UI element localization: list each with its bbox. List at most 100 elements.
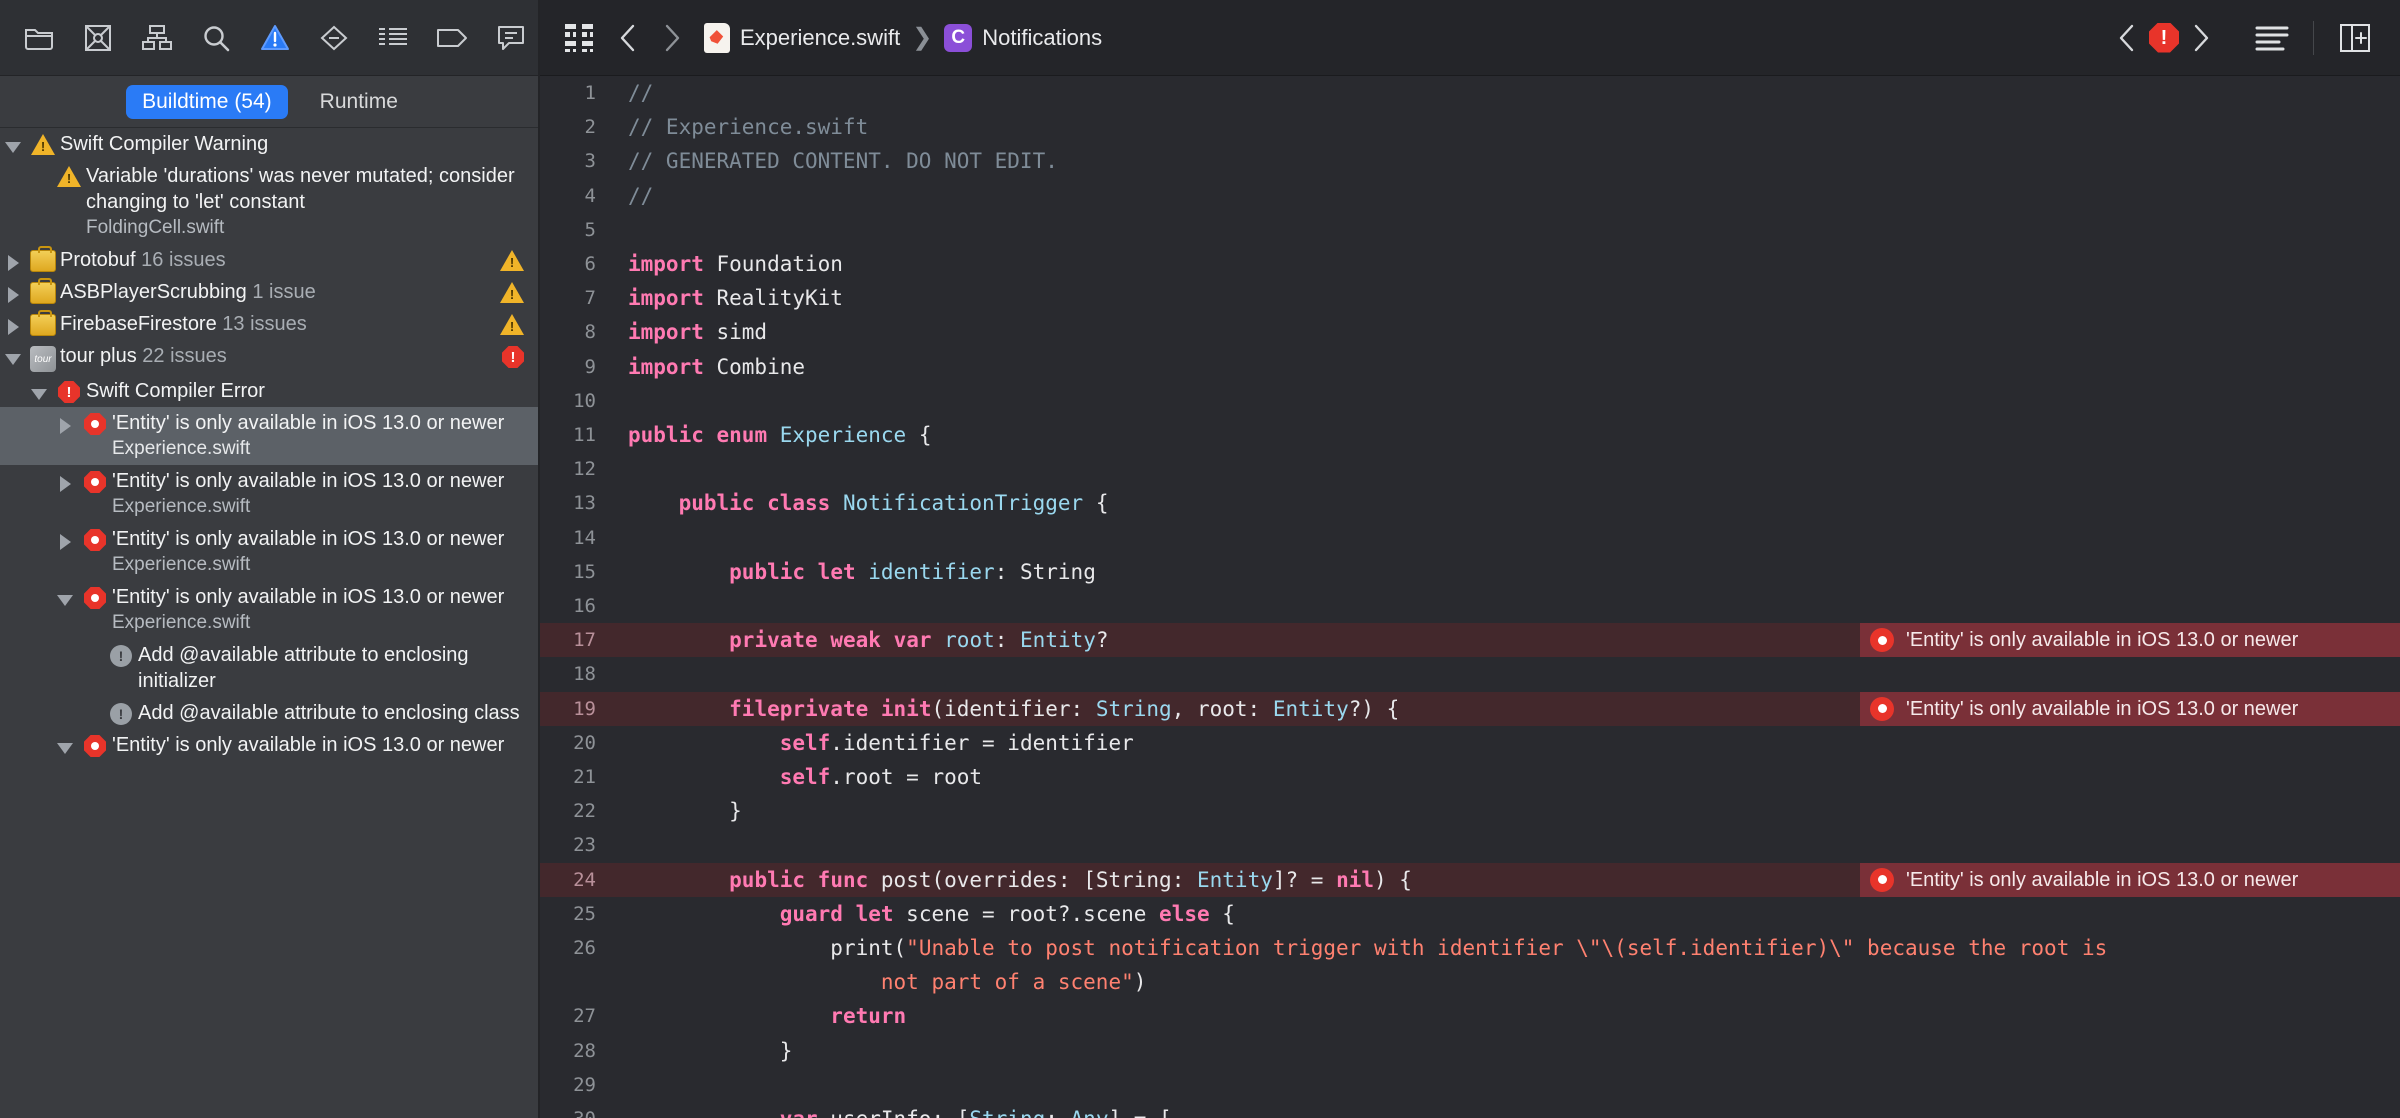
chevron-down-icon[interactable] <box>52 584 78 606</box>
code-text[interactable] <box>612 589 2400 623</box>
issue-row-asbplayerscrubbing-group[interactable]: ASBPlayerScrubbing 1 issue <box>0 276 540 308</box>
issue-row-error-entity-1[interactable]: 'Entity' is only available in iOS 13.0 o… <box>0 407 540 465</box>
fixit-icon: ! <box>104 700 138 725</box>
line-number: 12 <box>573 458 596 481</box>
issue-count: 22 issues <box>136 345 227 367</box>
chevron-down-icon[interactable] <box>52 732 78 754</box>
issue-file: Experience.swift <box>112 554 251 575</box>
issue-row-tour-plus-group[interactable]: tour tour plus 22 issues! <box>0 340 540 375</box>
disclosure-placeholder <box>78 700 104 724</box>
target-briefcase-icon <box>26 310 60 336</box>
chevron-right-icon[interactable] <box>52 468 78 492</box>
code-text[interactable]: guard let scene = root?.scene else { <box>612 897 2400 931</box>
chevron-left-icon[interactable] <box>606 12 650 64</box>
breadcrumb-symbol-label: Notifications <box>982 24 1103 50</box>
chevron-right-icon[interactable] <box>0 311 26 335</box>
next-issue-icon[interactable] <box>2179 12 2223 64</box>
issue-row-swift-compiler-error-group[interactable]: ! Swift Compiler Error <box>0 375 540 407</box>
test-diamond-icon[interactable] <box>304 13 363 63</box>
code-text[interactable] <box>612 521 2400 555</box>
line-number: 28 <box>573 1039 596 1062</box>
chevron-right-icon[interactable] <box>650 12 694 64</box>
tab-buildtime[interactable]: Buildtime (54) <box>126 84 288 119</box>
line-number: 9 <box>584 355 596 378</box>
issue-row-error-entity-4[interactable]: 'Entity' is only available in iOS 13.0 o… <box>0 581 540 639</box>
code-text[interactable] <box>612 452 2400 486</box>
warning-badge-icon <box>500 314 524 335</box>
code-text[interactable]: public enum Experience { <box>612 418 2400 452</box>
folder-icon[interactable] <box>10 13 69 63</box>
code-line: 12 <box>540 452 2400 486</box>
issue-row-fixit-initializer[interactable]: ! Add @available attribute to enclosing i… <box>0 639 540 697</box>
code-text[interactable]: self.root = root <box>612 760 2400 794</box>
issue-count-badge[interactable]: ! <box>2149 22 2179 53</box>
code-text[interactable]: self.identifier = identifier <box>612 726 2400 760</box>
chevron-right-icon[interactable] <box>52 410 78 434</box>
inline-error-banner[interactable]: 'Entity' is only available in iOS 13.0 o… <box>1860 691 2400 726</box>
code-text[interactable] <box>612 1068 2400 1102</box>
issue-row-error-entity-2[interactable]: 'Entity' is only available in iOS 13.0 o… <box>0 465 540 523</box>
code-line: 10 <box>540 384 2400 418</box>
debug-list-icon[interactable] <box>363 13 422 63</box>
inline-error-text: 'Entity' is only available in iOS 13.0 o… <box>1906 629 2299 652</box>
code-text[interactable]: // <box>612 76 2400 110</box>
line-number: 22 <box>573 800 596 823</box>
inline-error-banner[interactable]: 'Entity' is only available in iOS 13.0 o… <box>1860 862 2400 897</box>
chevron-down-icon[interactable] <box>0 343 26 365</box>
chevron-down-icon[interactable] <box>0 131 26 153</box>
code-text[interactable] <box>612 213 2400 247</box>
report-bubble-icon[interactable] <box>481 13 540 63</box>
issue-row-error-entity-5[interactable]: 'Entity' is only available in iOS 13.0 o… <box>0 729 540 761</box>
code-text[interactable]: import simd <box>612 315 2400 349</box>
breadcrumb-item-file[interactable]: Experience.swift <box>704 22 900 53</box>
code-text[interactable]: public class NotificationTrigger { <box>612 486 2400 520</box>
code-text[interactable]: import Foundation <box>612 247 2400 281</box>
issue-row-firebasefirestore-group[interactable]: FirebaseFirestore 13 issues <box>0 308 540 340</box>
editor-options-icon[interactable] <box>552 12 606 64</box>
code-text[interactable] <box>612 657 2400 691</box>
inline-error-banner[interactable]: 'Entity' is only available in iOS 13.0 o… <box>1860 623 2400 658</box>
code-line: 30 var userInfo: [String: Any] = [ <box>540 1102 2400 1118</box>
line-number: 20 <box>573 731 596 754</box>
code-text[interactable]: import Combine <box>612 350 2400 384</box>
code-text[interactable]: } <box>612 794 2400 828</box>
code-text[interactable]: var userInfo: [String: Any] = [ <box>612 1102 2400 1118</box>
breadcrumb-item-symbol[interactable]: C Notifications <box>944 23 1103 52</box>
line-number: 1 <box>584 82 596 104</box>
code-text[interactable]: // GENERATED CONTENT. DO NOT EDIT. <box>612 144 2400 178</box>
code-text[interactable]: public let identifier: String <box>612 555 2400 589</box>
issue-row-protobuf-group[interactable]: Protobuf 16 issues <box>0 244 540 276</box>
symbol-hierarchy-icon[interactable] <box>128 13 187 63</box>
issue-row-fixit-class[interactable]: ! Add @available attribute to enclosing c… <box>0 697 540 729</box>
disclosure-placeholder <box>26 163 52 187</box>
code-text[interactable]: // Experience.swift <box>612 110 2400 144</box>
chevron-right-icon[interactable] <box>0 279 26 303</box>
issue-list[interactable]: Swift Compiler Warning Variable 'duration… <box>0 128 540 1118</box>
issue-row-error-entity-3[interactable]: 'Entity' is only available in iOS 13.0 o… <box>0 523 540 581</box>
chevron-down-icon[interactable] <box>26 378 52 400</box>
code-text[interactable] <box>612 828 2400 862</box>
code-editor[interactable]: 1 // 2 // Experience.swift 3 // GENERATED CON… <box>540 76 2400 1118</box>
code-text[interactable]: return <box>612 999 2400 1033</box>
previous-issue-icon[interactable] <box>2105 12 2149 64</box>
warning-triangle-icon[interactable] <box>246 13 305 63</box>
code-text[interactable] <box>612 384 2400 418</box>
code-text[interactable]: import RealityKit <box>612 281 2400 315</box>
breakpoint-tag-icon[interactable] <box>422 13 481 63</box>
issue-title: ASBPlayerScrubbing 1 issue <box>60 281 316 303</box>
code-line: 28 } <box>540 1034 2400 1068</box>
code-text[interactable]: not part of a scene") <box>612 965 2400 999</box>
chevron-right-icon[interactable] <box>0 247 26 271</box>
code-text[interactable]: } <box>612 1034 2400 1068</box>
search-icon[interactable] <box>187 13 246 63</box>
tab-runtime[interactable]: Runtime <box>304 85 414 119</box>
source-control-icon[interactable] <box>69 13 128 63</box>
issue-row-warning-durations[interactable]: Variable 'durations' was never mutated; … <box>0 160 540 244</box>
chevron-right-icon[interactable] <box>52 526 78 550</box>
line-number <box>540 965 612 999</box>
code-text[interactable]: print("Unable to post notification trigg… <box>612 931 2400 965</box>
alignment-lines-icon[interactable] <box>2245 12 2299 64</box>
code-text[interactable]: // <box>612 179 2400 213</box>
issue-row-swift-compiler-warning-group[interactable]: Swift Compiler Warning <box>0 128 540 160</box>
add-editor-icon[interactable] <box>2328 12 2382 64</box>
